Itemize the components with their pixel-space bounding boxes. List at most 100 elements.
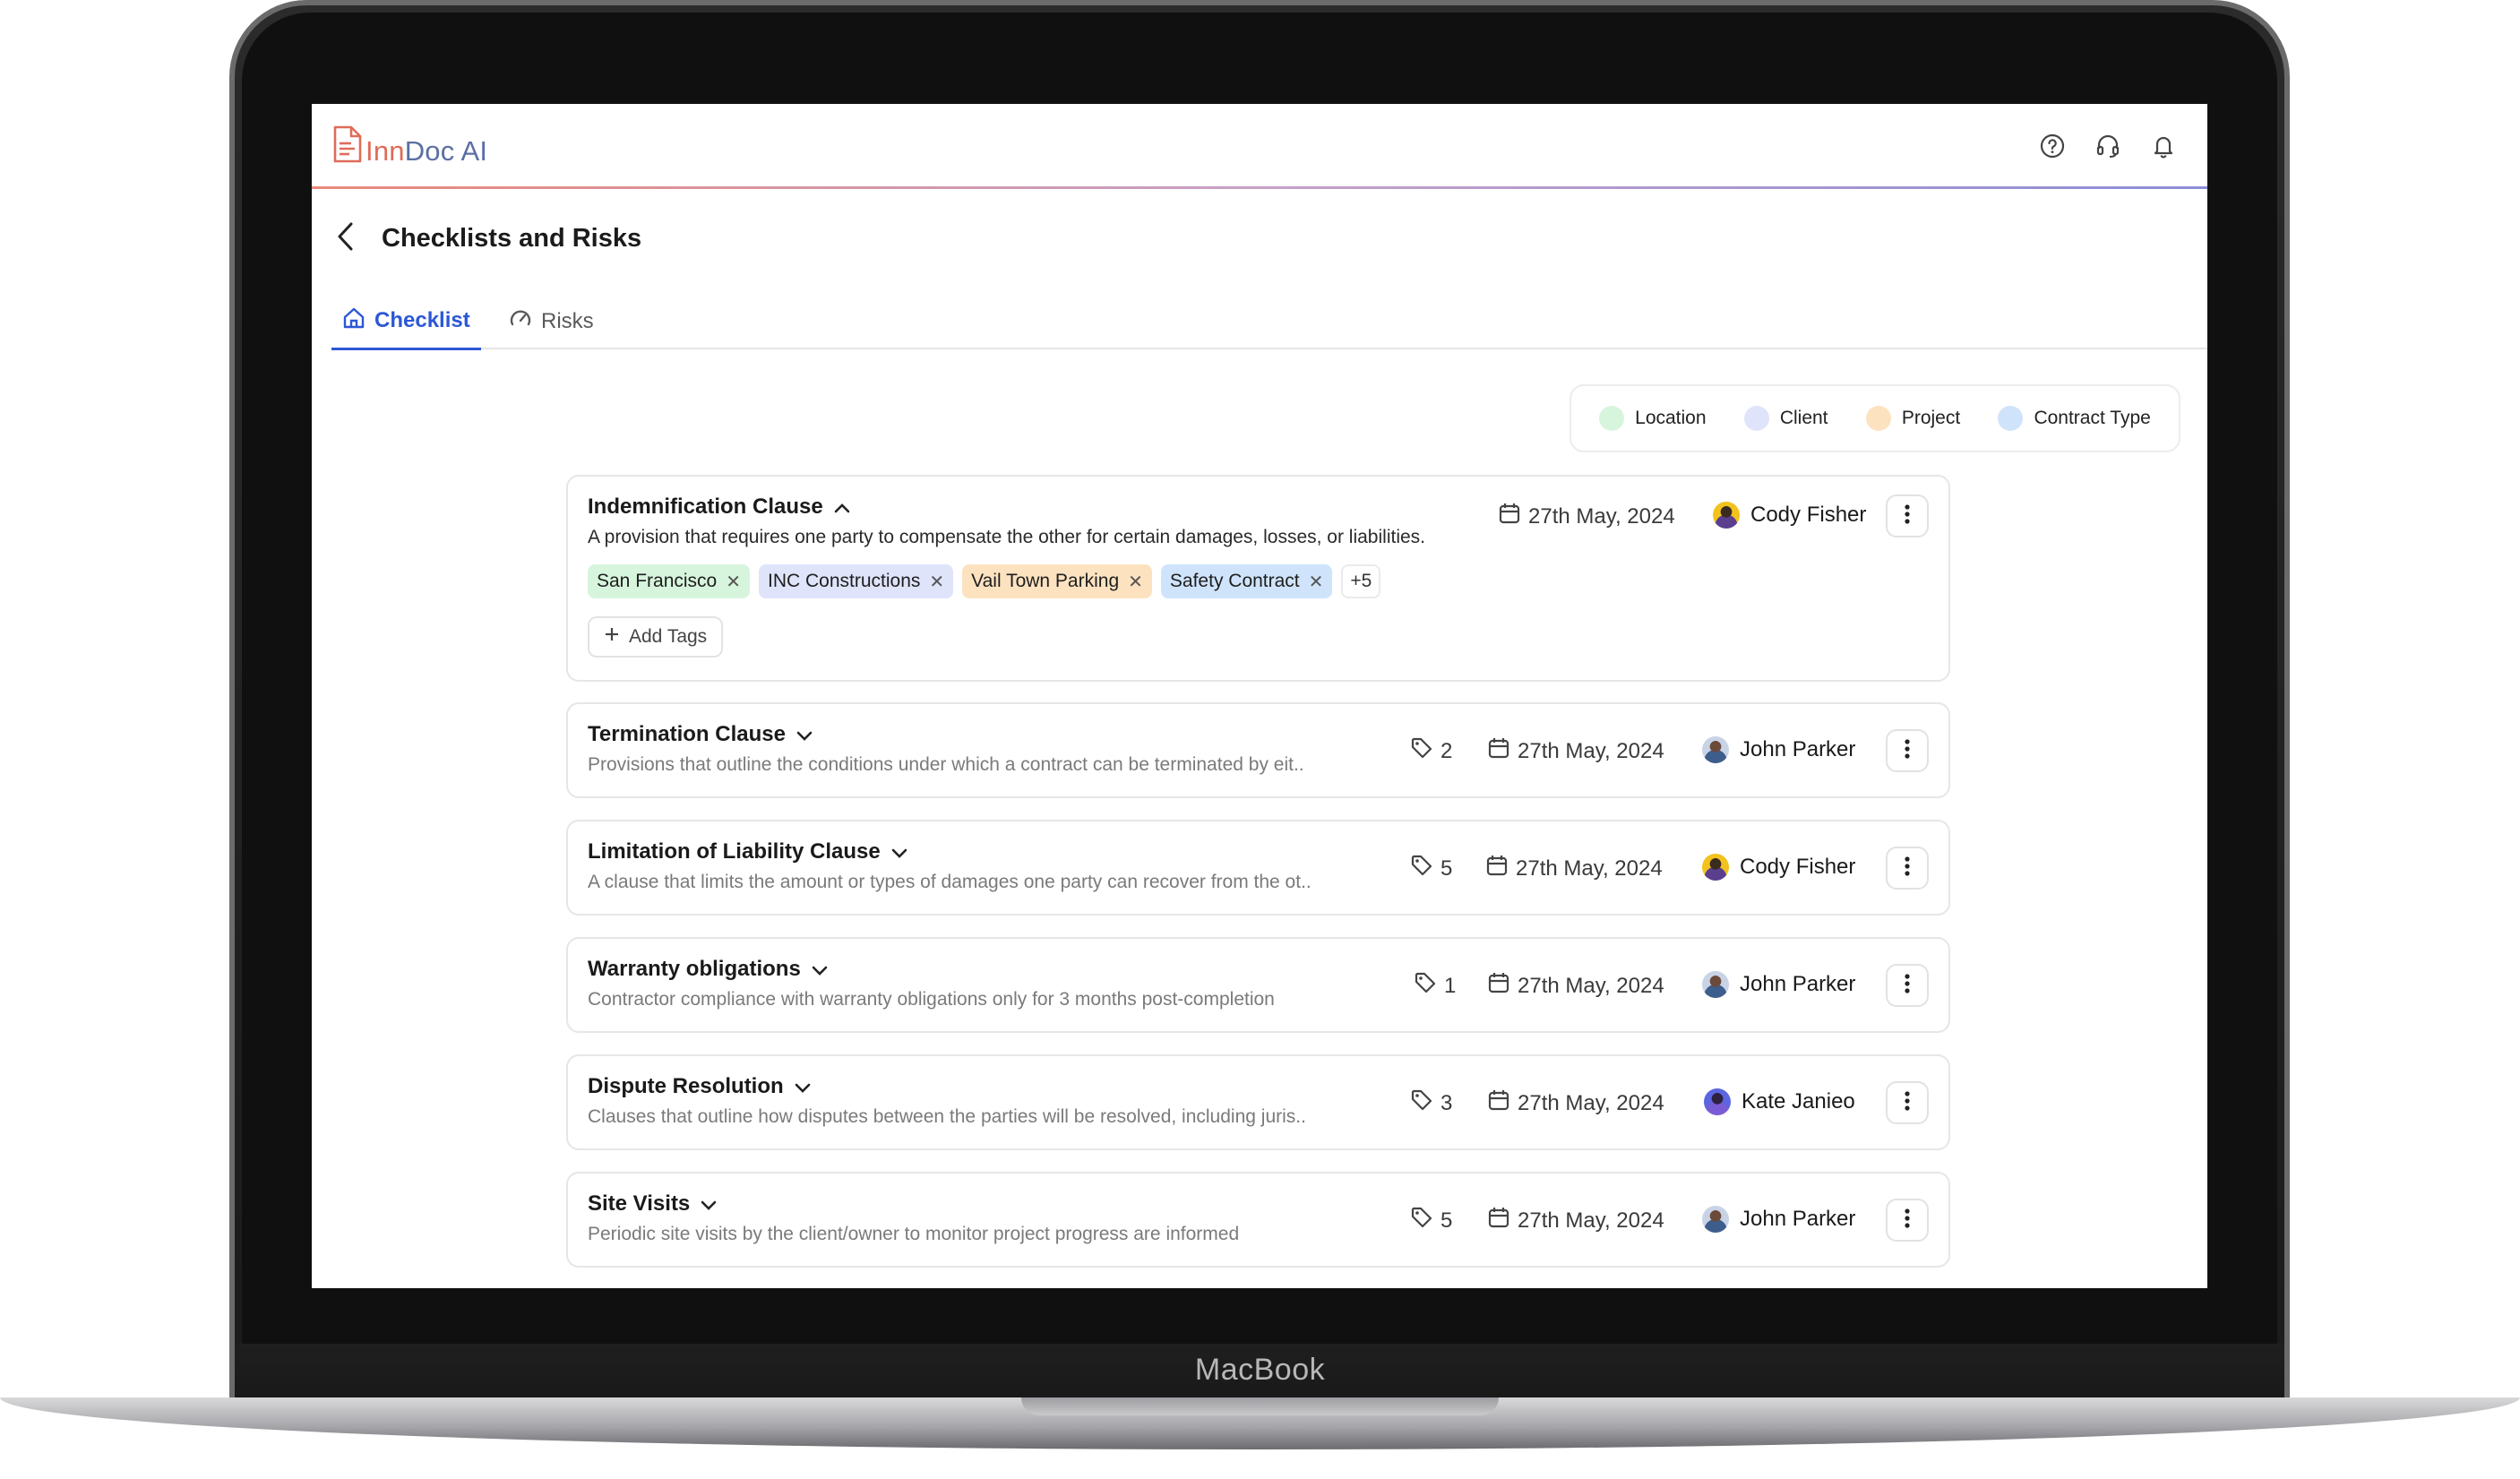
avatar	[1702, 854, 1729, 881]
tab-label: Checklist	[374, 308, 470, 332]
item-title-text: Termination Clause	[588, 722, 786, 746]
tag-icon	[1410, 854, 1433, 883]
kebab-icon	[1904, 856, 1911, 881]
tab-label: Risks	[541, 309, 594, 333]
tag-icon	[1410, 1206, 1433, 1235]
tab-checklist[interactable]: Checklist	[331, 294, 481, 350]
header-divider	[312, 186, 2207, 189]
help-icon[interactable]	[2037, 131, 2068, 161]
checklist-item[interactable]: Dispute Resolution Clauses that outline …	[566, 1054, 1950, 1150]
headset-icon[interactable]	[2093, 131, 2123, 161]
document-logo-icon	[331, 125, 362, 168]
item-owner[interactable]: John Parker	[1702, 1206, 1855, 1233]
avatar	[1713, 502, 1740, 529]
home-icon	[342, 306, 366, 336]
item-title-text: Warranty obligations	[588, 957, 801, 981]
tag-count-text: 3	[1441, 1090, 1453, 1115]
more-options-button[interactable]	[1886, 1199, 1929, 1242]
item-date: 27th May, 2024	[1485, 854, 1663, 883]
more-options-button[interactable]	[1886, 494, 1929, 537]
checklist-item[interactable]: Warranty obligations Contractor complian…	[566, 937, 1950, 1033]
bell-icon[interactable]	[2148, 131, 2179, 161]
more-options-button[interactable]	[1886, 729, 1929, 772]
chevron-down-icon[interactable]	[795, 1074, 811, 1099]
checklist-item[interactable]: Limitation of Liability Clause A clause …	[566, 820, 1950, 916]
more-tags-badge[interactable]: +5	[1341, 564, 1381, 598]
chevron-down-icon[interactable]	[812, 957, 828, 982]
tab-risks[interactable]: Risks	[498, 294, 605, 349]
item-description: Provisions that outline the conditions u…	[588, 754, 1304, 775]
item-owner[interactable]: John Parker	[1702, 971, 1855, 998]
gauge-icon	[509, 307, 532, 337]
more-options-button[interactable]	[1886, 964, 1929, 1007]
chevron-down-icon[interactable]	[701, 1191, 717, 1217]
item-title[interactable]: Site Visits	[588, 1191, 717, 1217]
legend-location: Location	[1599, 406, 1707, 431]
date-text: 27th May, 2024	[1518, 973, 1664, 998]
item-title[interactable]: Warranty obligations	[588, 957, 828, 982]
tag-count-text: 1	[1444, 973, 1457, 998]
chevron-down-icon[interactable]	[796, 722, 813, 747]
tag-label: Vail Town Parking	[971, 571, 1120, 591]
owner-name: John Parker	[1740, 972, 1856, 996]
kebab-icon	[1904, 973, 1911, 999]
calendar-icon	[1487, 1088, 1510, 1118]
page-header: Checklists and Risks	[335, 211, 641, 265]
kebab-icon	[1904, 1208, 1911, 1234]
tag-icon	[1410, 736, 1433, 766]
item-date: 27th May, 2024	[1487, 1088, 1664, 1118]
tag-label: San Francisco	[597, 571, 718, 591]
chevron-up-icon[interactable]	[834, 494, 850, 520]
close-icon[interactable]: ✕	[1309, 571, 1324, 593]
tab-bar: Checklist Risks	[331, 294, 2207, 350]
calendar-icon	[1487, 971, 1510, 1001]
item-date: 27th May, 2024	[1487, 971, 1664, 1001]
add-tags-button[interactable]: Add Tags	[588, 616, 724, 658]
avatar	[1702, 971, 1729, 998]
more-options-button[interactable]	[1886, 847, 1929, 890]
back-arrow-icon[interactable]	[335, 220, 357, 257]
item-owner[interactable]: John Parker	[1702, 736, 1855, 763]
item-title[interactable]: Dispute Resolution	[588, 1074, 811, 1099]
item-owner[interactable]: Kate Janieo	[1704, 1088, 1855, 1115]
tag-location[interactable]: San Francisco ✕	[588, 564, 750, 598]
tag-count-text: 5	[1441, 856, 1453, 881]
calendar-icon	[1498, 502, 1521, 531]
item-title-text: Limitation of Liability Clause	[588, 839, 881, 864]
checklist-item-expanded[interactable]: Indemnification Clause A provision that …	[566, 475, 1950, 682]
calendar-icon	[1485, 854, 1509, 883]
legend-label: Location	[1635, 408, 1707, 428]
item-date: 27th May, 2024	[1498, 502, 1675, 531]
legend-dot	[1743, 406, 1769, 431]
tag-contract-type[interactable]: Safety Contract ✕	[1160, 564, 1333, 598]
tag-count: 3	[1410, 1088, 1452, 1118]
close-icon[interactable]: ✕	[726, 571, 741, 593]
app-logo[interactable]: InnDoc AI	[331, 125, 487, 168]
tag-icon	[1414, 971, 1437, 1001]
checklist-item[interactable]: Site Visits Periodic site visits by the …	[566, 1172, 1950, 1268]
close-icon[interactable]: ✕	[1128, 571, 1143, 593]
date-text: 27th May, 2024	[1518, 1090, 1664, 1115]
tag-label: Safety Contract	[1169, 571, 1300, 591]
laptop-notch	[1021, 1397, 1499, 1415]
tag-client[interactable]: INC Constructions ✕	[759, 564, 954, 598]
item-owner[interactable]: Cody Fisher	[1702, 854, 1855, 881]
item-title-text: Dispute Resolution	[588, 1074, 784, 1098]
item-title[interactable]: Limitation of Liability Clause	[588, 839, 907, 864]
tag-label: INC Constructions	[768, 571, 921, 591]
tag-project[interactable]: Vail Town Parking ✕	[962, 564, 1152, 598]
checklist-item[interactable]: Termination Clause Provisions that outli…	[566, 702, 1950, 798]
item-title-text: Site Visits	[588, 1191, 691, 1216]
close-icon[interactable]: ✕	[929, 571, 944, 593]
item-title[interactable]: Indemnification Clause	[588, 494, 850, 520]
top-actions	[2037, 131, 2179, 161]
legend-dot	[1998, 406, 2024, 431]
item-title[interactable]: Termination Clause	[588, 722, 813, 747]
more-options-button[interactable]	[1886, 1081, 1929, 1124]
item-description: A provision that requires one party to c…	[588, 527, 1425, 547]
item-owner[interactable]: Cody Fisher	[1713, 502, 1866, 529]
kebab-icon	[1904, 1090, 1911, 1116]
owner-name: Cody Fisher	[1740, 855, 1856, 879]
owner-name: John Parker	[1740, 737, 1856, 761]
chevron-down-icon[interactable]	[891, 839, 907, 864]
